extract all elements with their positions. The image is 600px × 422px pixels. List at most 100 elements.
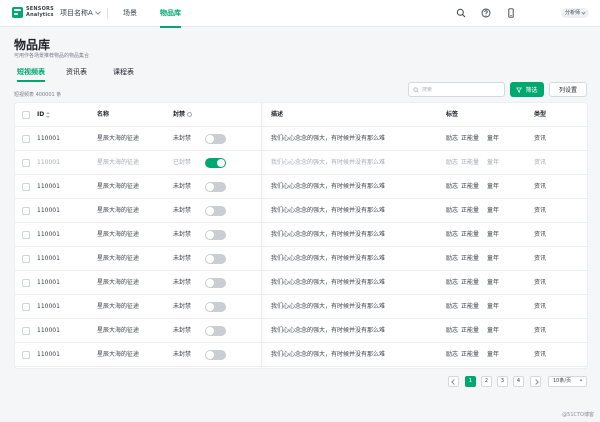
row-checkbox[interactable] bbox=[22, 135, 30, 143]
cell-status: 已封禁 bbox=[173, 159, 192, 166]
cell-tag: 童年 bbox=[487, 303, 500, 310]
cell-type: 资讯 bbox=[534, 351, 547, 358]
record-count: 短视频表 400001 条 bbox=[14, 92, 62, 98]
cell-tag: 正能量 bbox=[461, 279, 480, 286]
cell-id: 110001 bbox=[37, 135, 60, 142]
cell-tag: 励志 bbox=[446, 183, 459, 190]
chevron-down-icon bbox=[94, 9, 101, 15]
nav-scenes[interactable]: 场景 bbox=[123, 8, 137, 18]
lock-toggle[interactable] bbox=[205, 134, 226, 144]
info-icon[interactable] bbox=[187, 112, 193, 117]
brand-logo[interactable]: SENSORS Analytics bbox=[12, 6, 54, 18]
table-row[interactable]: 110001 星辰大海的征途 未封禁 我们心心念念的强大，有时候并没有那么难 励志 正能量… bbox=[15, 223, 587, 247]
lock-toggle[interactable] bbox=[205, 302, 226, 312]
tab-news[interactable]: 资讯表 bbox=[66, 67, 87, 77]
table-row[interactable]: 110001 星辰大海的征途 未封禁 我们心心念念的强大，有时候并没有那么难 励志 正能量… bbox=[15, 199, 587, 223]
page-button[interactable]: 1 bbox=[465, 376, 476, 387]
cell-tag: 童年 bbox=[487, 255, 500, 262]
row-checkbox[interactable] bbox=[22, 183, 30, 191]
page-description: 可用作各场景推荐物品的物品集合 bbox=[14, 53, 90, 59]
cell-tag: 励志 bbox=[446, 327, 459, 334]
cell-type: 资讯 bbox=[534, 135, 547, 142]
table-row[interactable]: 110001 星辰大海的征途 未封禁 我们心心念念的强大，有时候并没有那么难 励志 正能量… bbox=[15, 247, 587, 271]
header-locked: 封禁 bbox=[173, 103, 193, 127]
table-row[interactable]: 110001 星辰大海的征途 未封禁 我们心心念念的强大，有时候并没有那么难 励志 正能量… bbox=[15, 127, 587, 151]
tab-courses[interactable]: 课程表 bbox=[113, 67, 134, 77]
table-row[interactable]: 110001 星辰大海的征途 未封禁 我们心心念念的强大，有时候并没有那么难 励志 正能量… bbox=[15, 295, 587, 319]
search-box[interactable] bbox=[408, 82, 505, 97]
cell-tag: 正能量 bbox=[461, 207, 480, 214]
row-checkbox[interactable] bbox=[22, 303, 30, 311]
row-checkbox[interactable] bbox=[22, 207, 30, 215]
filter-button-label: 筛选 bbox=[525, 87, 538, 94]
table-row[interactable]: 110001 星辰大海的征途 未封禁 我们心心念念的强大，有时候并没有那么难 励志 正能量… bbox=[15, 175, 587, 199]
next-page-button[interactable] bbox=[530, 376, 541, 387]
lock-toggle[interactable] bbox=[205, 278, 226, 288]
top-nav-bar: SENSORS Analytics 项目名称A 场景 物品库 分析师 bbox=[0, 0, 600, 28]
sort-icon[interactable] bbox=[46, 111, 51, 118]
header-tags: 标签 bbox=[446, 111, 459, 118]
cell-type: 资讯 bbox=[534, 231, 547, 238]
tab-short-video[interactable]: 短视频表 bbox=[17, 67, 45, 82]
cell-status: 未封禁 bbox=[173, 135, 192, 142]
cell-status: 未封禁 bbox=[173, 327, 192, 334]
page-button[interactable]: 4 bbox=[513, 376, 524, 387]
cell-status: 未封禁 bbox=[173, 255, 192, 262]
lock-toggle[interactable] bbox=[205, 158, 226, 168]
filter-button[interactable]: 筛选 bbox=[510, 82, 544, 97]
search-input[interactable] bbox=[422, 86, 502, 93]
project-switcher[interactable]: 项目名称A bbox=[60, 8, 101, 18]
lock-toggle[interactable] bbox=[205, 230, 226, 240]
row-checkbox[interactable] bbox=[22, 279, 30, 287]
header-id[interactable]: ID bbox=[37, 103, 51, 127]
cell-name: 星辰大海的征途 bbox=[97, 255, 140, 262]
page-size-value: 10条/页 bbox=[553, 378, 572, 384]
cell-name: 星辰大海的征途 bbox=[97, 303, 140, 310]
table-row[interactable]: 110001 星辰大海的征途 未封禁 我们心心念念的强大，有时候并没有那么难 励志 正能量… bbox=[15, 343, 587, 367]
cell-name: 星辰大海的征途 bbox=[97, 159, 140, 166]
row-checkbox[interactable] bbox=[22, 327, 30, 335]
cell-tag: 励志 bbox=[446, 207, 459, 214]
table-row[interactable]: 110001 星辰大海的征途 未封禁 我们心心念念的强大，有时候并没有那么难 励志 正能量… bbox=[15, 271, 587, 295]
mobile-icon[interactable] bbox=[506, 8, 516, 18]
row-checkbox[interactable] bbox=[22, 255, 30, 263]
row-checkbox[interactable] bbox=[22, 351, 30, 359]
table-row[interactable]: 110001 星辰大海的征途 已封禁 我们心心念念的强大，有时候并没有那么难 励志 正能量… bbox=[15, 151, 587, 175]
cell-type: 资讯 bbox=[534, 303, 547, 310]
row-checkbox[interactable] bbox=[22, 159, 30, 167]
lock-toggle[interactable] bbox=[205, 206, 226, 216]
chevron-down-icon bbox=[579, 378, 583, 382]
lock-toggle[interactable] bbox=[205, 182, 226, 192]
page-button[interactable]: 3 bbox=[497, 376, 508, 387]
column-settings-button[interactable]: 列设置 bbox=[549, 82, 587, 97]
table-row[interactable]: 110001 星辰大海的征途 未封禁 我们心心念念的强大，有时候并没有那么难 励志 正能量… bbox=[15, 319, 587, 343]
brand-name-line2: Analytics bbox=[26, 12, 54, 18]
select-all-checkbox[interactable] bbox=[22, 111, 30, 119]
user-name: 分析师 bbox=[564, 10, 580, 16]
lock-toggle[interactable] bbox=[205, 350, 226, 360]
header-type: 类型 bbox=[534, 111, 547, 118]
cell-type: 资讯 bbox=[534, 279, 547, 286]
cell-name: 星辰大海的征途 bbox=[97, 207, 140, 214]
header-name: 名称 bbox=[97, 111, 110, 118]
cell-tag: 正能量 bbox=[461, 135, 480, 142]
cell-tag: 童年 bbox=[487, 279, 500, 286]
nav-item-library[interactable]: 物品库 bbox=[160, 8, 181, 28]
cell-tag: 童年 bbox=[487, 207, 500, 214]
help-icon[interactable] bbox=[481, 8, 491, 18]
row-checkbox[interactable] bbox=[22, 231, 30, 239]
cell-description: 我们心心念念的强大，有时候并没有那么难 bbox=[271, 183, 386, 190]
search-icon[interactable] bbox=[456, 8, 466, 18]
cell-tag: 励志 bbox=[446, 231, 459, 238]
cell-status: 未封禁 bbox=[173, 351, 192, 358]
lock-toggle[interactable] bbox=[205, 326, 226, 336]
prev-page-button[interactable] bbox=[448, 376, 459, 387]
page-size-select[interactable]: 10条/页 bbox=[548, 376, 587, 387]
cell-description: 我们心心念念的强大，有时候并没有那么难 bbox=[271, 135, 386, 142]
page-button[interactable]: 2 bbox=[481, 376, 492, 387]
cell-description: 我们心心念念的强大，有时候并没有那么难 bbox=[271, 351, 386, 358]
user-menu[interactable]: 分析师 bbox=[560, 8, 589, 18]
lock-toggle[interactable] bbox=[205, 254, 226, 264]
cell-tag: 正能量 bbox=[461, 327, 480, 334]
watermark: @51CTO博客 bbox=[562, 412, 594, 418]
